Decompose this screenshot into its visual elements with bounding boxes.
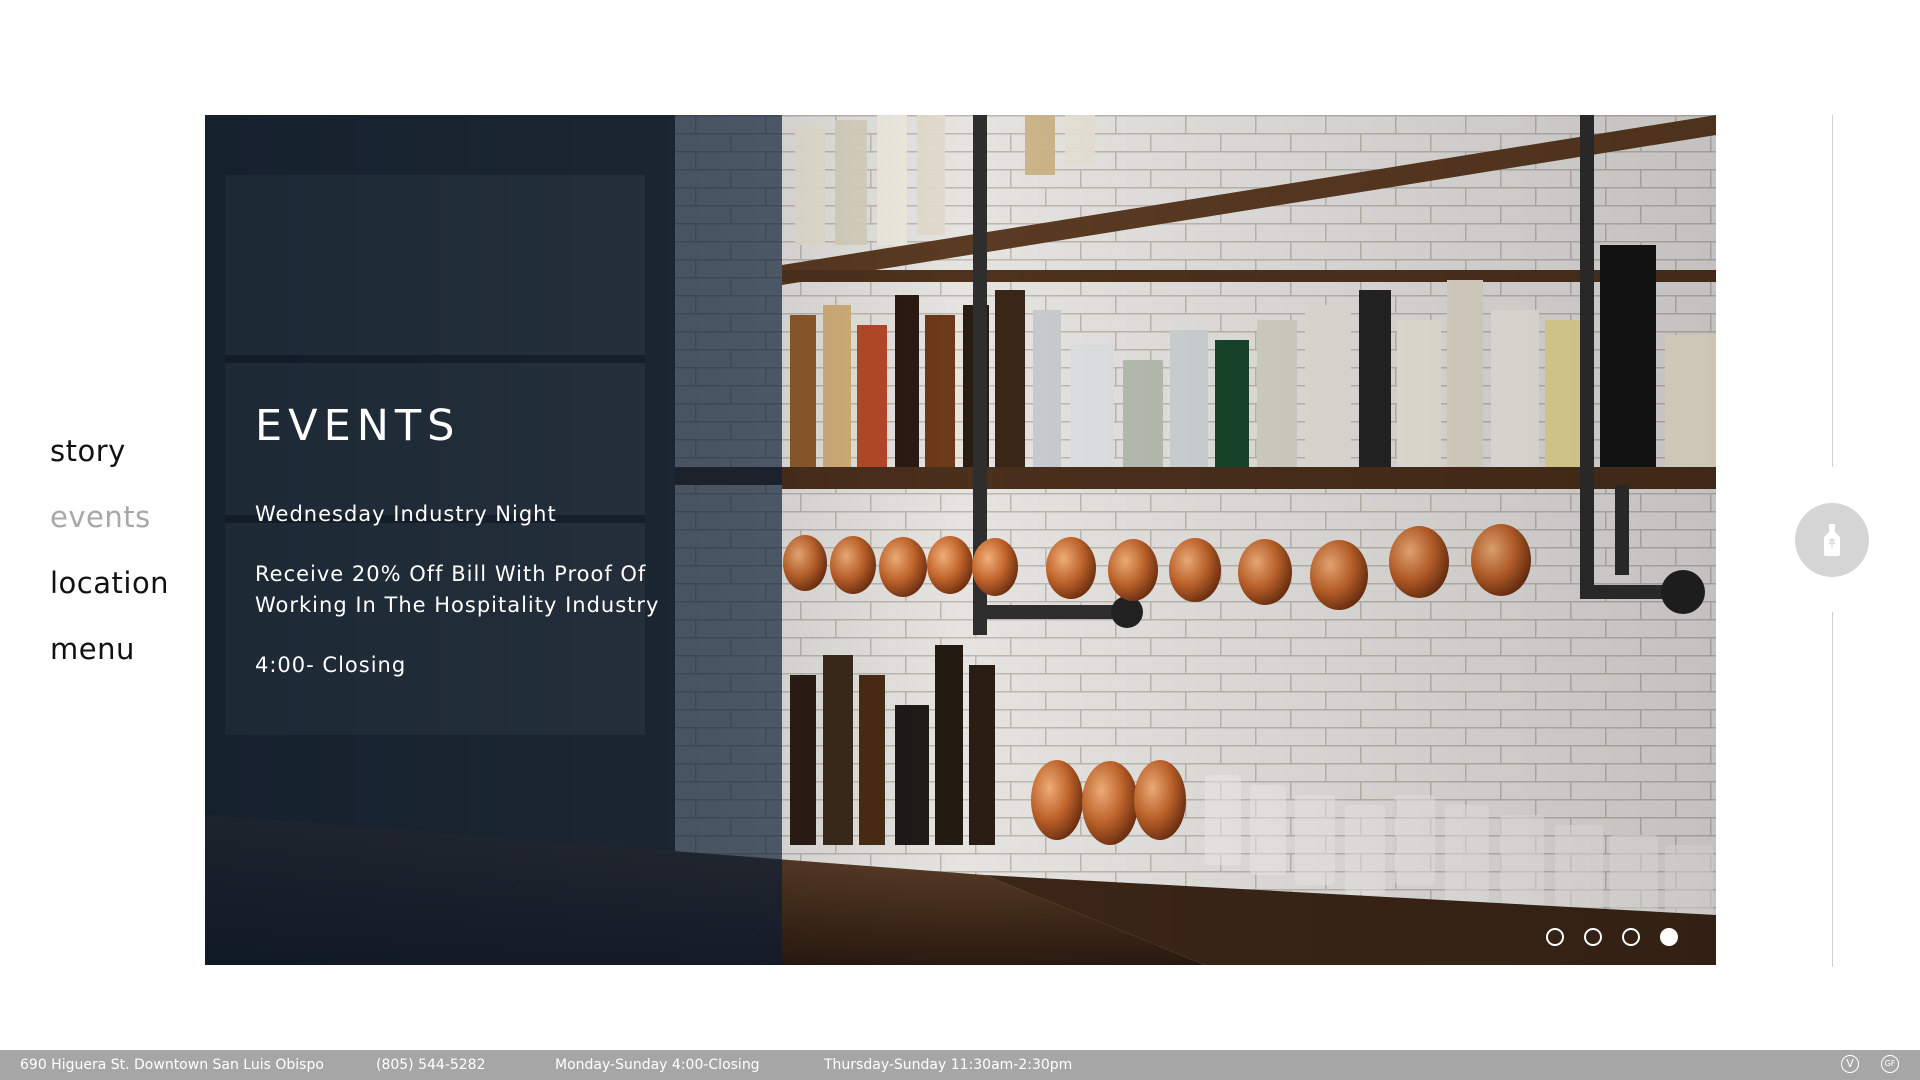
slide-pagination — [1546, 928, 1678, 946]
nav-item-menu[interactable]: menu — [50, 616, 169, 682]
nav-item-events[interactable]: events — [50, 484, 169, 550]
event-time: 4:00- Closing — [255, 653, 407, 677]
side-divider-bottom — [1832, 612, 1833, 967]
nav-item-location[interactable]: location — [50, 550, 169, 616]
slide-dot-4[interactable] — [1660, 928, 1678, 946]
event-details: Wednesday Industry Night Receive 20% Off… — [255, 499, 735, 710]
footer-hours: Monday-Sunday 4:00-Closing — [555, 1057, 760, 1073]
slide-dot-3[interactable] — [1622, 928, 1640, 946]
gluten-free-badge-icon: GF — [1881, 1055, 1899, 1073]
event-name: Wednesday Industry Night — [255, 502, 557, 526]
footer-phone[interactable]: (805) 544-5282 — [376, 1057, 486, 1073]
hero-slideshow: EVENTS Wednesday Industry Night Receive … — [205, 115, 1716, 965]
main-nav: story events location menu — [50, 418, 169, 682]
side-divider-top — [1832, 115, 1833, 467]
slide-dot-2[interactable] — [1584, 928, 1602, 946]
vegan-badge-icon: V — [1841, 1055, 1859, 1073]
nav-item-story[interactable]: story — [50, 418, 169, 484]
event-title: EVENTS — [255, 401, 461, 451]
footer-address[interactable]: 690 Higuera St. Downtown San Luis Obispo — [20, 1057, 324, 1073]
footer-lunch-hours: Thursday-Sunday 11:30am-2:30pm — [824, 1057, 1073, 1073]
slide-dot-1[interactable] — [1546, 928, 1564, 946]
bottle-icon — [1824, 524, 1840, 556]
footer-bar: 690 Higuera St. Downtown San Luis Obispo… — [0, 1050, 1920, 1080]
event-description: Receive 20% Off Bill With Proof Of Worki… — [255, 562, 660, 617]
side-menu-button[interactable] — [1795, 503, 1869, 577]
page: story events location menu EVENTS Wednes… — [0, 0, 1920, 1080]
